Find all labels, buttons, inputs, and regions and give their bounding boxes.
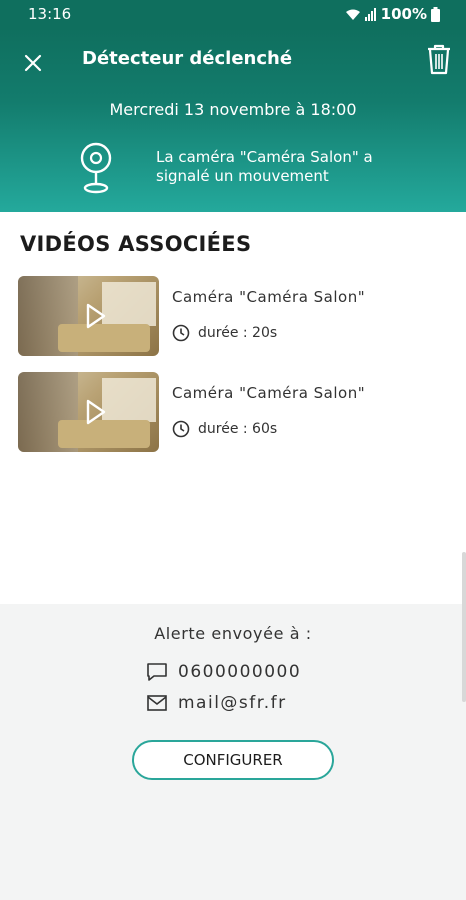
email-address: mail@sfr.fr [178, 693, 287, 713]
video-camera-name: Caméra "Caméra Salon" [172, 384, 366, 402]
play-icon[interactable] [76, 394, 112, 430]
configure-button[interactable]: CONFIGURER [132, 740, 334, 780]
clock-icon [172, 324, 190, 342]
camera-icon [80, 142, 112, 194]
video-duration: durée : 60s [198, 421, 278, 437]
video-duration-row: durée : 20s [172, 324, 277, 342]
videos-section: VIDÉOS ASSOCIÉES Caméra "Caméra Salon" d… [0, 212, 466, 604]
video-item[interactable]: Caméra "Caméra Salon" durée : 60s [18, 372, 448, 454]
status-icons: 100% [345, 5, 440, 23]
battery-percent: 100% [380, 5, 427, 23]
video-duration: durée : 20s [198, 325, 278, 341]
trash-icon[interactable] [424, 42, 454, 76]
clock-icon [172, 420, 190, 438]
video-thumbnail[interactable] [18, 372, 159, 452]
header: Détecteur déclenché Mercredi 13 novembre… [0, 28, 466, 212]
page-title: Détecteur déclenché [82, 48, 293, 69]
video-thumbnail[interactable] [18, 276, 159, 356]
play-icon[interactable] [76, 298, 112, 334]
phone-row: 0600000000 [146, 662, 301, 682]
alert-section: Alerte envoyée à : 0600000000 mail@sfr.f… [0, 604, 466, 900]
battery-icon [431, 6, 440, 22]
email-icon [147, 695, 167, 711]
video-item[interactable]: Caméra "Caméra Salon" durée : 20s [18, 276, 448, 358]
status-time: 13:16 [28, 5, 72, 23]
phone-number: 0600000000 [178, 662, 302, 682]
event-date: Mercredi 13 novembre à 18:00 [109, 100, 357, 119]
video-camera-name: Caméra "Caméra Salon" [172, 288, 366, 306]
close-icon[interactable] [16, 46, 50, 80]
wifi-icon [345, 9, 360, 20]
signal-icon [364, 7, 376, 21]
alert-message: La caméra "Caméra Salon" a signalé un mo… [156, 148, 373, 185]
email-row: mail@sfr.fr [146, 693, 287, 713]
sms-icon [147, 663, 167, 681]
status-bar: 13:16 100% [0, 0, 466, 28]
video-duration-row: durée : 60s [172, 420, 277, 438]
scroll-handle[interactable] [462, 552, 466, 702]
alert-sent-label: Alerte envoyée à : [154, 624, 312, 643]
section-title: VIDÉOS ASSOCIÉES [20, 232, 252, 256]
